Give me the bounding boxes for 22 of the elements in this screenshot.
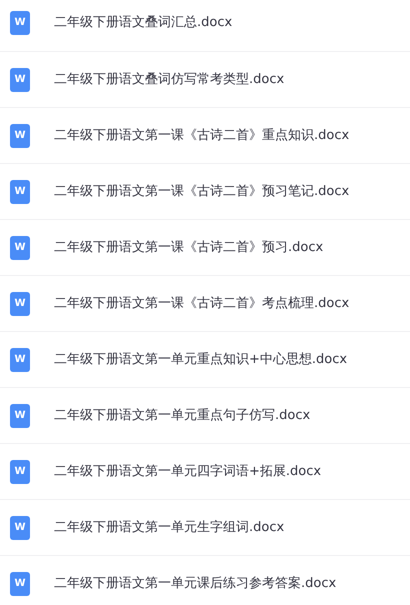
- document-icon: W: [10, 68, 30, 92]
- file-name[interactable]: 二年级下册语文第一课《古诗二首》考点梳理.docx: [54, 294, 350, 314]
- file-name[interactable]: 二年级下册语文第一单元重点知识+中心思想.docx: [54, 350, 348, 370]
- document-icon: W: [10, 516, 30, 540]
- document-icon: W: [10, 404, 30, 428]
- document-icon: W: [10, 348, 30, 372]
- file-name[interactable]: 二年级下册语文叠词汇总.docx: [54, 13, 232, 33]
- file-name[interactable]: 二年级下册语文第一单元课后练习参考答案.docx: [54, 574, 336, 594]
- file-name[interactable]: 二年级下册语文第一课《古诗二首》重点知识.docx: [54, 126, 350, 146]
- document-icon: W: [10, 11, 30, 35]
- document-icon: W: [10, 180, 30, 204]
- document-icon: W: [10, 460, 30, 484]
- document-icon: W: [10, 572, 30, 596]
- file-name[interactable]: 二年级下册语文第一单元重点句子仿写.docx: [54, 406, 310, 426]
- file-name[interactable]: 二年级下册语文第一课《古诗二首》预习.docx: [54, 238, 324, 258]
- document-icon: W: [10, 292, 30, 316]
- file-name[interactable]: 二年级下册语文第一课《古诗二首》预习笔记.docx: [54, 182, 350, 202]
- file-name[interactable]: 二年级下册语文第一单元生字组词.docx: [54, 518, 284, 538]
- file-name[interactable]: 二年级下册语文第一单元四字词语+拓展.docx: [54, 462, 322, 482]
- document-icon: W: [10, 236, 30, 260]
- document-icon: W: [10, 124, 30, 148]
- file-name[interactable]: 二年级下册语文叠词仿写常考类型.docx: [54, 70, 284, 90]
